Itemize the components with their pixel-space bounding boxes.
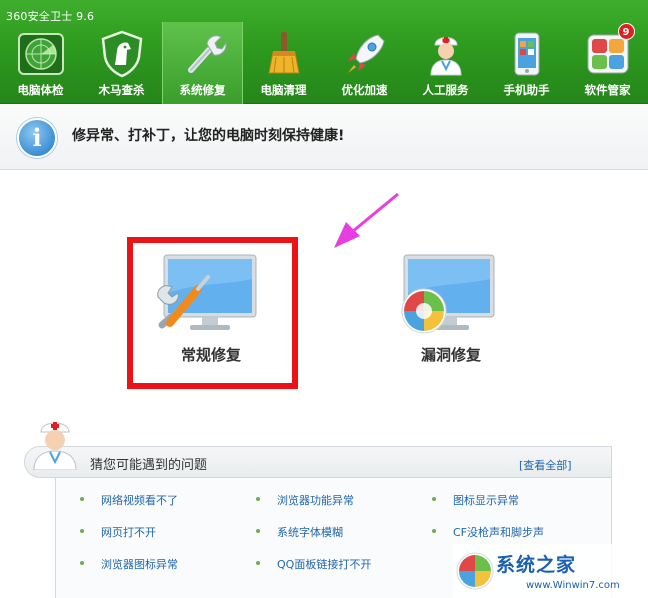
doctor-avatar-icon [33,422,77,470]
nav-label: 木马查杀 [98,83,145,97]
problem-link[interactable]: 网络视频看不了 [80,492,178,508]
top-header: 360安全卫士 9.6 电脑体检 木马查杀 系统修复 电脑清理 优化加速 人工服… [0,0,648,104]
doctor-icon [421,29,471,79]
nav-item-system-repair[interactable]: 系统修复 [162,22,243,104]
nav-item-software-manager[interactable]: 9 软件管家 [567,22,648,104]
nav-item-checkup[interactable]: 电脑体检 [0,22,81,104]
problem-link[interactable]: CF没枪声和脚步声 [432,524,544,540]
nav-item-manual-service[interactable]: 人工服务 [405,22,486,104]
vulnerability-repair-label: 漏洞修复 [420,346,481,364]
watermark-brand: 系统之家 [496,554,577,576]
info-message: 修异常、打补丁，让您的电脑时刻保持健康! [72,128,345,144]
nav-label: 人工服务 [422,83,469,97]
nav-item-phone-assistant[interactable]: 手机助手 [486,22,567,104]
broom-icon [259,29,309,79]
monitor-windows-patch-icon [401,254,495,334]
nav-item-trojan-scan[interactable]: 木马查杀 [81,22,162,104]
nav-item-speedup[interactable]: 优化加速 [324,22,405,104]
wrench-icon [178,29,228,79]
problems-title: 猜您可能遇到的问题 [90,458,208,473]
nav-label: 软件管家 [584,83,631,97]
problem-link[interactable]: 浏览器图标异常 [80,556,178,572]
rocket-icon [340,29,390,79]
nav-item-cleanup[interactable]: 电脑清理 [243,22,324,104]
nav-label: 电脑清理 [260,83,307,97]
apps-icon: 9 [583,23,635,79]
problem-link[interactable]: 网页打不开 [80,524,156,540]
problem-link[interactable]: 浏览器功能异常 [256,492,354,508]
notification-badge: 9 [617,23,635,40]
pointer-arrow-icon [334,192,399,248]
view-all-link[interactable]: [查看全部] [519,457,572,473]
main-nav: 电脑体检 木马查杀 系统修复 电脑清理 优化加速 人工服务 手机助手 9 软件管… [0,22,648,104]
horse-shield-icon [97,29,147,79]
nav-label: 手机助手 [503,83,550,97]
monitor-repair-icon [157,254,257,330]
nav-label: 优化加速 [341,83,388,97]
problem-link[interactable]: 图标显示异常 [432,492,519,508]
phone-icon [502,29,552,79]
info-icon: i [17,118,57,158]
radar-icon [16,29,66,79]
watermark-url: www.Winwin7.com [526,580,620,591]
nav-label: 电脑体检 [17,83,64,97]
nav-label: 系统修复 [179,83,226,97]
problem-link[interactable]: 系统字体模糊 [256,524,343,540]
info-bar: i 修异常、打补丁，让您的电脑时刻保持健康! [0,104,648,170]
regular-repair-label: 常规修复 [180,346,241,364]
problem-link[interactable]: QQ面板链接打不开 [256,556,371,572]
